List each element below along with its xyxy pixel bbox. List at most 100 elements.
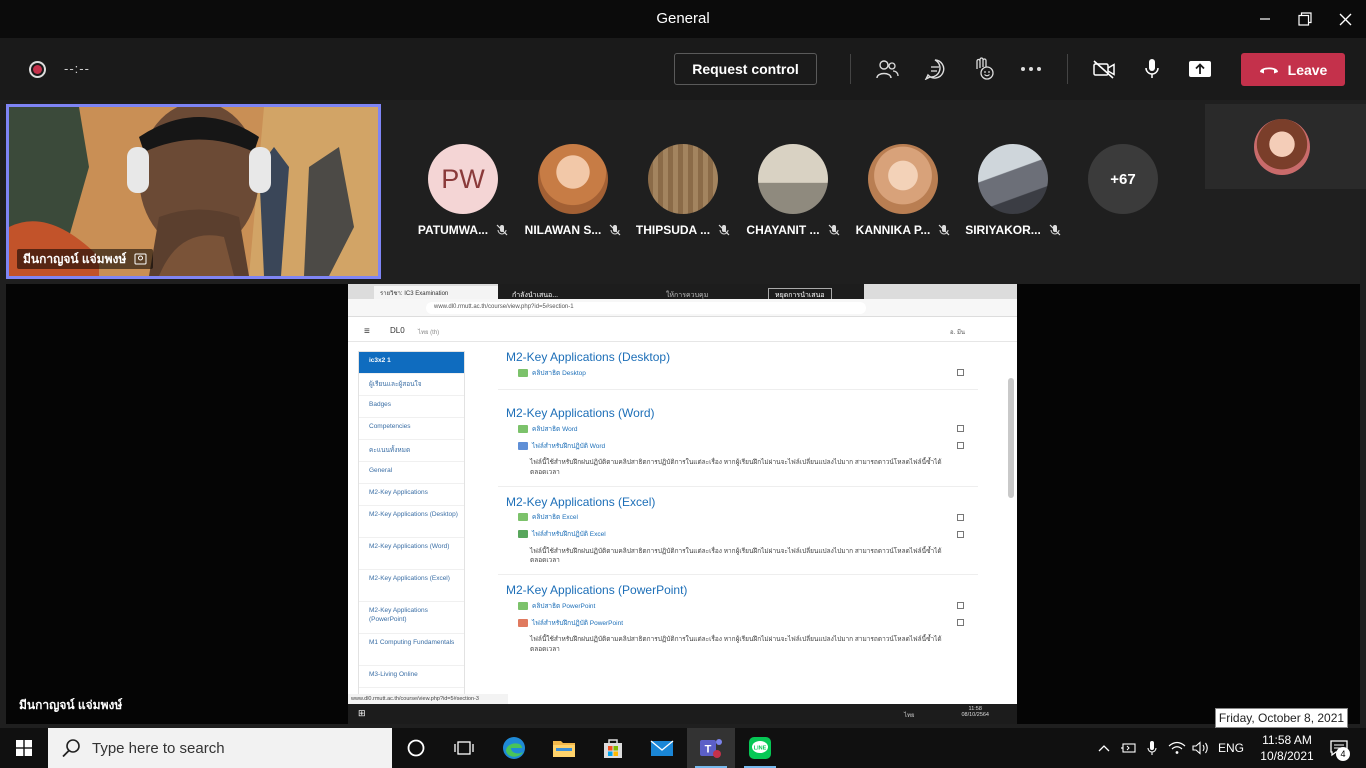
participants-button[interactable]: [873, 55, 901, 83]
participant-avatar: [1254, 119, 1310, 175]
teams-icon: T: [700, 739, 722, 758]
close-icon: [1339, 13, 1351, 25]
ellipsis-icon: [1021, 67, 1041, 71]
participant-tile[interactable]: THIPSUDA ...: [630, 144, 736, 237]
network-tray-icon[interactable]: [1166, 728, 1188, 768]
sidebar-item: M2-Key Applications (Excel): [359, 570, 464, 602]
user-menu: อ. มีน: [950, 330, 965, 336]
more-participants-tile[interactable]: +67: [1070, 144, 1176, 214]
edge-app-button[interactable]: [490, 728, 538, 768]
mail-icon: [650, 740, 674, 756]
completion-checkbox: [957, 530, 964, 538]
overflow-count: +67: [1088, 144, 1158, 214]
activity-label: คลิปสาธิต Word: [532, 425, 578, 433]
participant-tile[interactable]: NILAWAN S...: [520, 144, 626, 237]
reactions-button[interactable]: [969, 55, 997, 83]
sidebar-item: M2-Key Applications (Desktop): [359, 506, 464, 538]
chat-button[interactable]: [921, 55, 949, 83]
section-divider: [498, 389, 978, 390]
share-content-button[interactable]: [1186, 55, 1214, 83]
remote-clock: 11:58 08/10/2564: [961, 706, 989, 718]
self-video-tile[interactable]: มีนกาญจน์ แจ่มพงษ์: [6, 104, 381, 279]
action-center-button[interactable]: 4: [1315, 728, 1363, 768]
taskbar-clock[interactable]: 11:58 AM 10/8/2021: [1253, 732, 1321, 764]
page-scrollbar: [1008, 378, 1014, 498]
activity-item: คลิปสาธิต PowerPoint: [518, 597, 988, 614]
activity-label: ไฟล์สำหรับฝึกปฏิบัติ PowerPoint: [532, 619, 623, 627]
leave-button[interactable]: Leave: [1241, 53, 1345, 86]
participant-avatar: PW: [428, 144, 498, 214]
self-name-label: มีนกาญจน์ แจ่มพงษ์: [17, 249, 154, 269]
completion-checkbox: [957, 369, 964, 376]
task-view-button[interactable]: [440, 728, 488, 768]
mic-muted-icon: [718, 224, 730, 236]
restore-icon: [1298, 12, 1312, 26]
date-tooltip: Friday, October 8, 2021: [1215, 708, 1348, 728]
mail-app-button[interactable]: [638, 728, 686, 768]
activity-label: ไฟล์สำหรับฝึกปฏิบัติ Word: [532, 442, 606, 450]
video-icon: [518, 424, 528, 433]
participant-tile[interactable]: SIRIYAKOR...: [960, 144, 1066, 237]
section-title: M2-Key Applications (Excel): [506, 494, 656, 509]
clock-date: 10/8/2021: [1260, 749, 1314, 763]
cortana-button[interactable]: [392, 728, 440, 768]
more-actions-button[interactable]: [1017, 55, 1045, 83]
recording-icon: [29, 61, 46, 78]
sidebar-item: ic3x2 1: [359, 352, 464, 374]
section-title: M2-Key Applications (Word): [506, 406, 655, 420]
toolbar-divider: [850, 54, 851, 84]
sidebar-item: M1 Computing Fundamentals: [359, 634, 464, 666]
camera-toggle-button[interactable]: [1090, 55, 1118, 83]
teams-meeting-window: General --:-- Request control Leave มีนก…: [0, 0, 1366, 728]
sidebar-item: M2-Key Applications: [359, 484, 464, 506]
participant-name: KANNIKA P...: [855, 223, 931, 237]
close-button[interactable]: [1322, 0, 1366, 38]
microphone-toggle-button[interactable]: [1138, 55, 1166, 83]
volume-tray-icon[interactable]: [1190, 728, 1212, 768]
site-name: DL0: [390, 326, 405, 335]
mic-muted-icon: [609, 224, 621, 236]
participant-tile[interactable]: KANNIKA P...: [850, 144, 956, 237]
microphone-icon: [1147, 741, 1157, 755]
sidebar-item: M3-Living Online: [359, 666, 464, 688]
request-control-button[interactable]: Request control: [674, 53, 817, 85]
windows-logo-icon: [16, 740, 32, 756]
participant-tile[interactable]: CHAYANIT ...: [740, 144, 846, 237]
teams-app-button[interactable]: T: [687, 728, 735, 768]
participant-avatar: [758, 144, 828, 214]
section-note: ไฟล์นี้ใช้สำหรับฝึกฝนปฏิบัติตามคลิปสาธิต…: [530, 636, 942, 653]
input-language-indicator[interactable]: ENG: [1214, 728, 1248, 768]
battery-tray-icon[interactable]: [1118, 728, 1138, 768]
video-icon: [518, 368, 528, 377]
meeting-timer: --:--: [64, 61, 90, 76]
activity-item: คลิปสาธิต Excel: [518, 509, 988, 526]
remote-taskbar: ⊞ ไทย 11:58 08/10/2564: [348, 704, 1017, 724]
minimize-icon: [1260, 18, 1270, 20]
hang-up-icon: [1259, 67, 1278, 73]
meeting-toolbar: --:-- Request control Leave: [0, 38, 1366, 100]
shared-screen[interactable]: รายวิชา: IC3 Examination กำลังนำเสนอ... …: [348, 284, 1017, 724]
microphone-tray-icon[interactable]: [1142, 728, 1162, 768]
svg-text:T: T: [705, 744, 712, 756]
participant-name: SIRIYAKOR...: [965, 223, 1041, 237]
toolbar-divider: [1067, 54, 1068, 84]
task-view-icon: [454, 741, 474, 755]
show-hidden-icons-button[interactable]: [1094, 728, 1114, 768]
start-button[interactable]: [0, 728, 48, 768]
pinned-participant-tile[interactable]: [1205, 104, 1366, 189]
activity-item: คลิปสาธิต Word: [518, 420, 988, 437]
speaker-icon: [1192, 741, 1208, 755]
cortana-icon: [407, 739, 425, 757]
participant-avatar: [648, 144, 718, 214]
participant-avatar: [868, 144, 938, 214]
file-explorer-button[interactable]: [540, 728, 588, 768]
pin-icon: [134, 253, 147, 265]
file-icon: [518, 618, 528, 627]
store-app-button[interactable]: [589, 728, 637, 768]
line-app-button[interactable]: LINE: [736, 728, 784, 768]
participant-name: NILAWAN S...: [524, 223, 602, 237]
section-divider: [498, 485, 978, 487]
participant-tile[interactable]: PW PATUMWA...: [410, 144, 516, 237]
taskbar-search-box[interactable]: Type here to search: [48, 728, 392, 768]
remote-language: ไทย: [904, 713, 915, 719]
